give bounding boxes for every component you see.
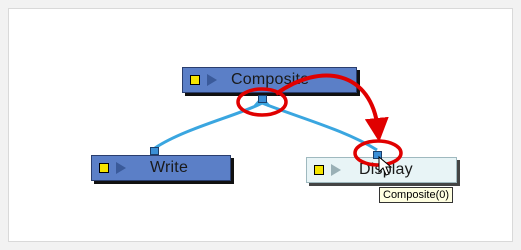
port-tooltip: Composite(0)	[379, 187, 454, 203]
drag-arrow	[274, 73, 389, 142]
annotation-layer	[236, 73, 403, 176]
highlight-circle-input	[353, 139, 403, 167]
mouse-cursor-icon	[378, 155, 393, 176]
